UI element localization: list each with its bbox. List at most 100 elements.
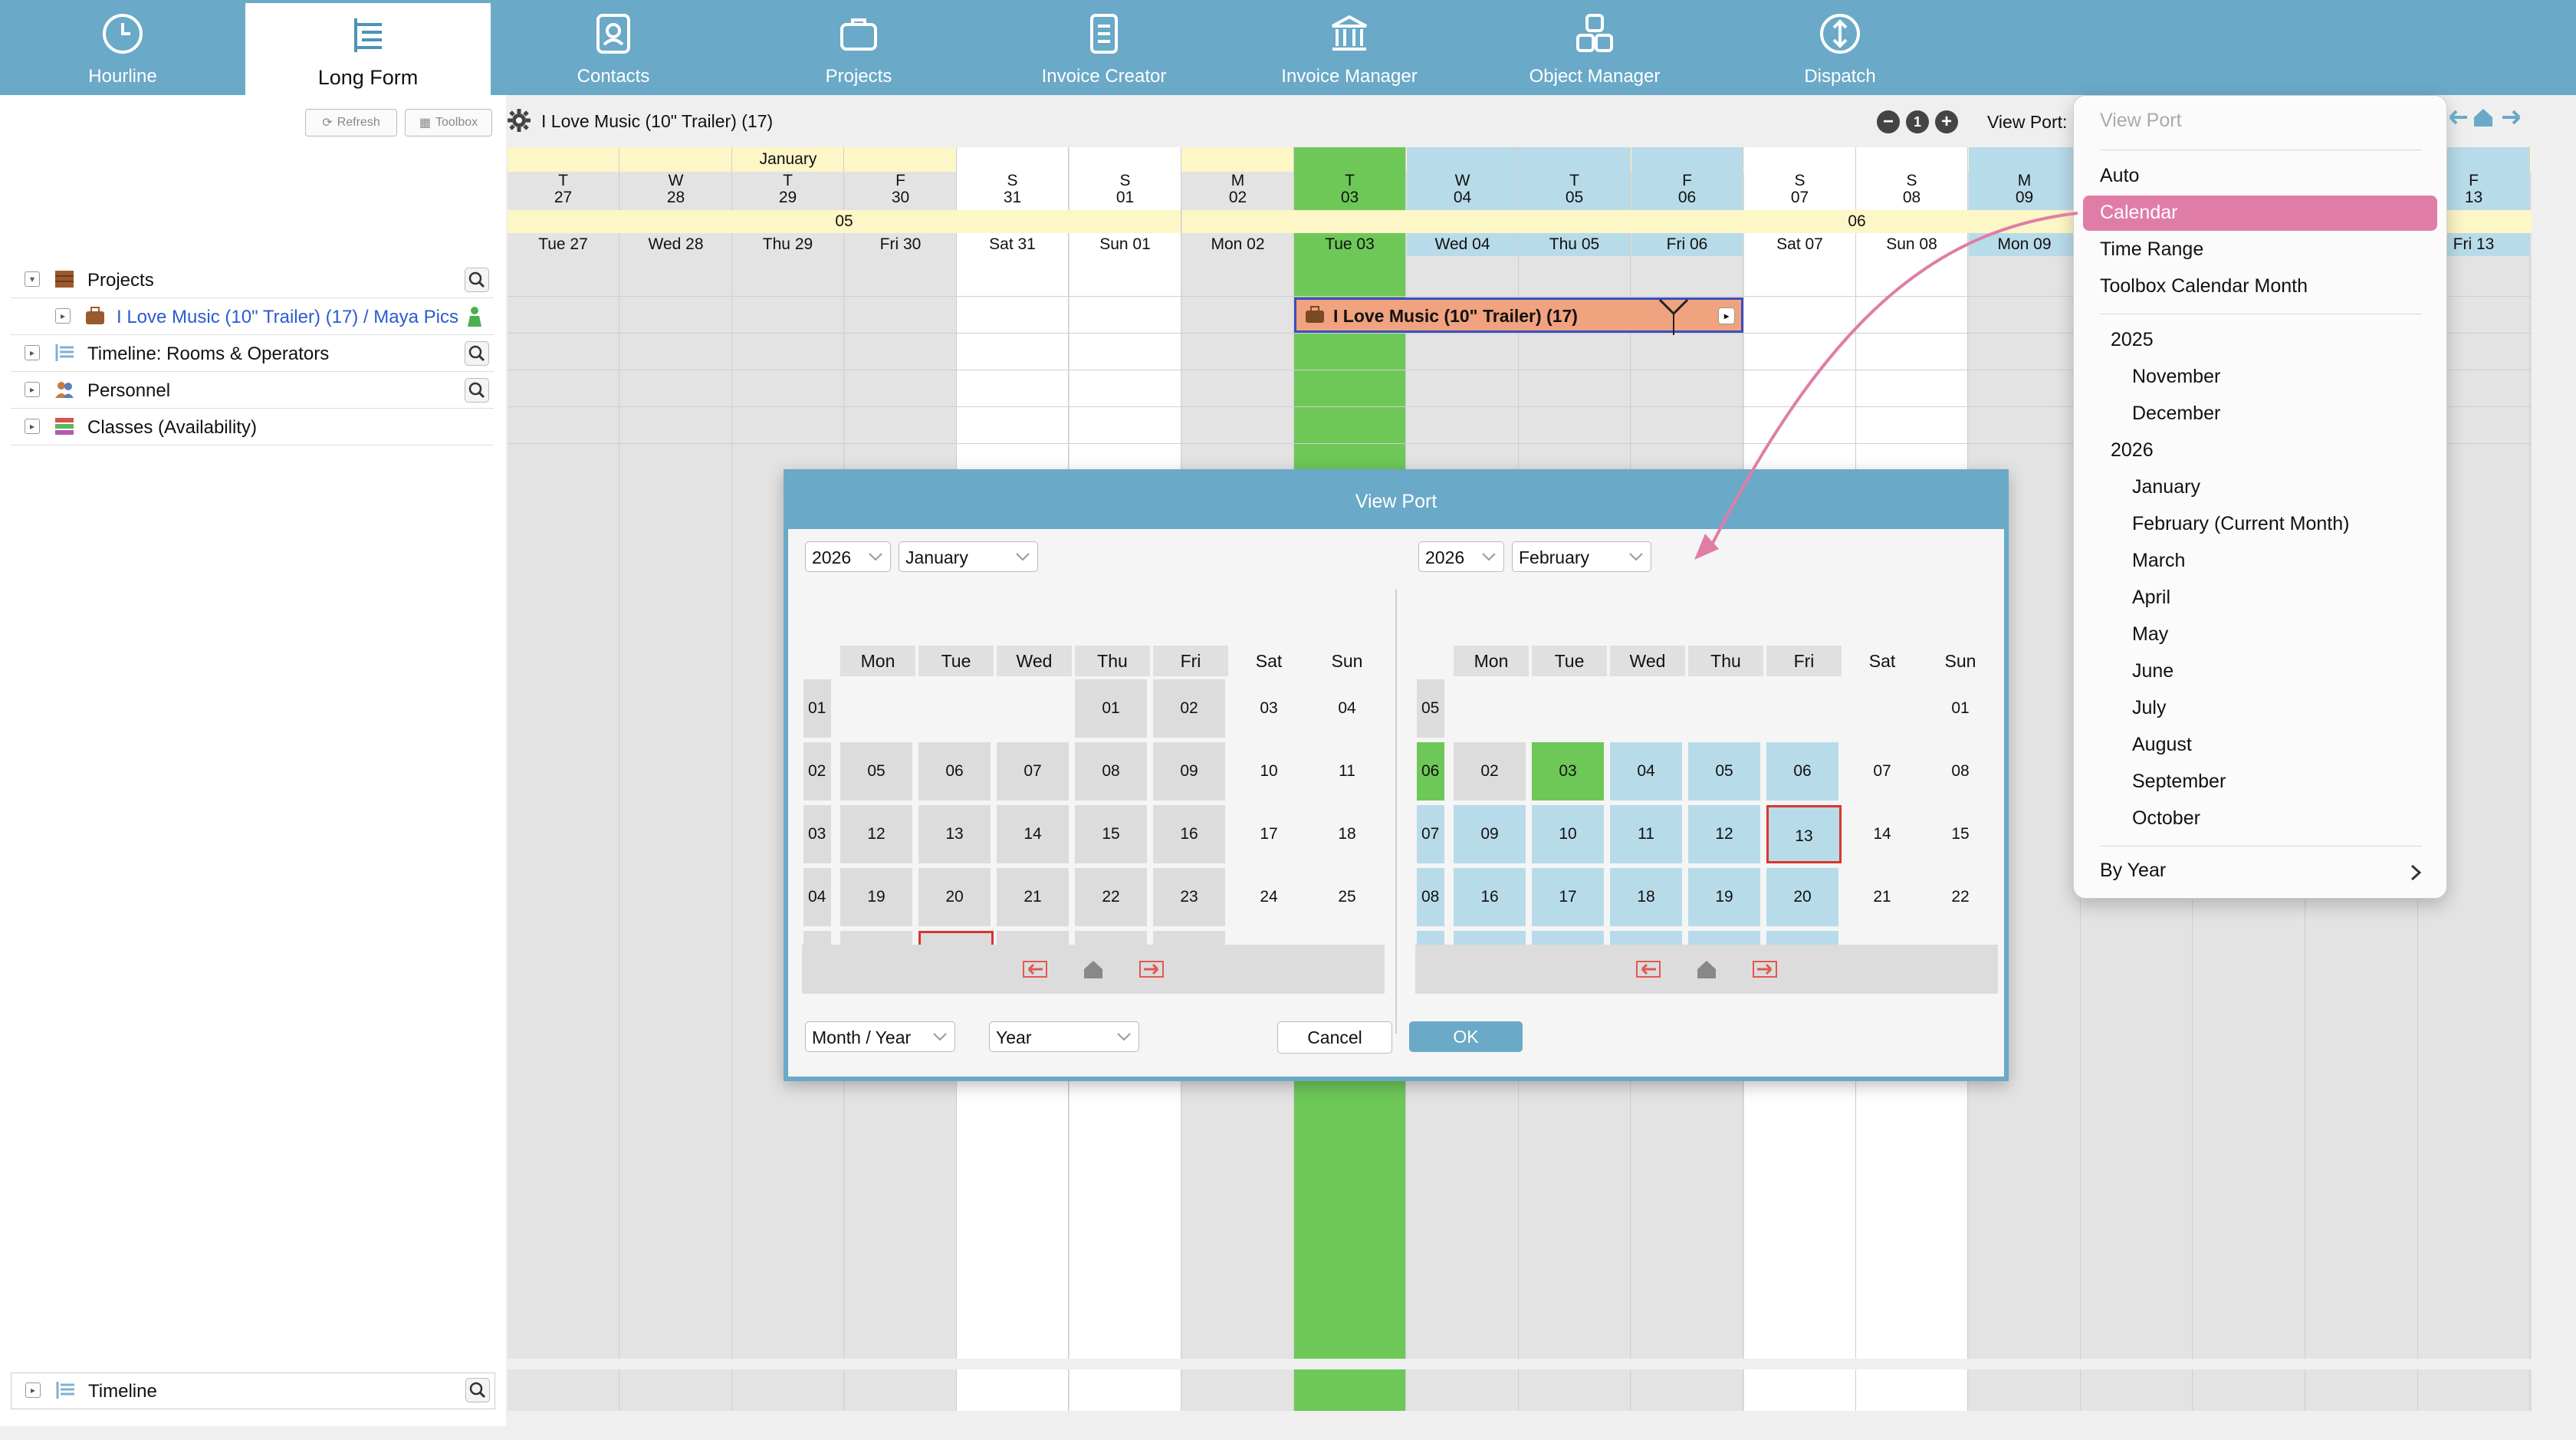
calendar-day[interactable]: 12	[840, 805, 915, 863]
day-header[interactable]: S 01	[1070, 147, 1181, 210]
right-year-select[interactable]: 2026	[1418, 541, 1504, 572]
collapse-toggle[interactable]: ▾	[25, 271, 40, 287]
day-header[interactable]: M 09	[1969, 147, 2081, 210]
day-header[interactable]: M 02	[1182, 147, 1294, 210]
tab-invoice-manager[interactable]: Invoice Manager	[1227, 0, 1472, 95]
calendar-day[interactable]: 14	[1845, 805, 1920, 863]
tree-project-item[interactable]: ▸ I Love Music (10" Trailer) (17) / Maya…	[11, 299, 494, 335]
footer-timeline-row[interactable]: ▸ Timeline	[11, 1373, 495, 1409]
menu-item-time-range[interactable]: Time Range	[2100, 238, 2203, 261]
tab-dispatch[interactable]: Dispatch	[1717, 0, 1963, 95]
zoom-reset-button[interactable]: 1	[1906, 110, 1929, 133]
calendar-day[interactable]: 22	[1923, 868, 1998, 926]
calendar-day[interactable]: 10	[1231, 742, 1306, 801]
menu-item-month[interactable]: May	[2132, 623, 2168, 646]
day-header[interactable]: T 27	[508, 147, 619, 210]
menu-item-month[interactable]: July	[2132, 697, 2166, 719]
week-number[interactable]: 01	[803, 679, 831, 738]
home-icon[interactable]	[1694, 958, 1719, 980]
day-header[interactable]: S 08	[1856, 147, 1968, 210]
calendar-day[interactable]: 22	[1075, 868, 1150, 926]
arrow-left-icon[interactable]	[1636, 958, 1661, 980]
week-number[interactable]: 06	[1417, 742, 1444, 801]
expand-toggle[interactable]: ▸	[55, 308, 71, 324]
calendar-day[interactable]: 05	[1688, 742, 1763, 801]
calendar-day[interactable]: 04	[1309, 679, 1385, 738]
day-header[interactable]: S 07	[1744, 147, 1856, 210]
home-icon[interactable]	[2472, 106, 2495, 129]
week-number[interactable]: 05	[1417, 679, 1444, 738]
cancel-button[interactable]: Cancel	[1277, 1021, 1392, 1054]
day-header[interactable]: W 04	[1407, 147, 1519, 210]
calendar-day[interactable]: 17	[1231, 805, 1306, 863]
event-expand-button[interactable]: ▸	[1718, 307, 1735, 324]
calendar-day[interactable]: 23	[1153, 868, 1228, 926]
zoom-in-button[interactable]: +	[1935, 110, 1958, 133]
calendar-day[interactable]: 11	[1309, 742, 1385, 801]
calendar-day[interactable]: 07	[1845, 742, 1920, 801]
menu-item-month[interactable]: March	[2132, 550, 2185, 572]
tree-personnel[interactable]: ▸ Personnel	[11, 373, 494, 409]
left-month-select[interactable]: January	[899, 541, 1038, 572]
calendar-day[interactable]: 19	[1688, 868, 1763, 926]
refresh-button[interactable]: ⟳ Refresh	[305, 109, 397, 136]
calendar-day[interactable]: 17	[1532, 868, 1607, 926]
menu-item-by-year[interactable]: By Year	[2100, 860, 2166, 882]
day-header[interactable]: W 28	[620, 147, 732, 210]
calendar-day[interactable]: 03	[1231, 679, 1306, 738]
day-column[interactable]	[620, 147, 732, 1359]
expand-toggle[interactable]: ▸	[25, 1382, 41, 1398]
menu-item-month[interactable]: November	[2132, 366, 2220, 388]
tree-projects[interactable]: ▾ Projects	[11, 262, 494, 298]
calendar-day[interactable]: 11	[1610, 805, 1685, 863]
calendar-day[interactable]: 18	[1309, 805, 1385, 863]
toolbox-button[interactable]: ▦ Toolbox	[405, 109, 492, 136]
menu-item-month[interactable]: February (Current Month)	[2132, 513, 2349, 535]
ok-button[interactable]: OK	[1409, 1021, 1523, 1052]
day-column[interactable]	[508, 147, 619, 1359]
calendar-day[interactable]: 19	[840, 868, 915, 926]
calendar-day[interactable]: 16	[1454, 868, 1529, 926]
tab-long-form[interactable]: Long Form	[245, 3, 491, 95]
day-header[interactable]: F 30	[845, 147, 957, 210]
calendar-day[interactable]: 16	[1153, 805, 1228, 863]
calendar-day[interactable]: 12	[1688, 805, 1763, 863]
calendar-day[interactable]: 15	[1923, 805, 1998, 863]
project-link[interactable]: I Love Music (10" Trailer) (17) / Maya P…	[117, 307, 458, 328]
menu-item-toolbox-calendar-month[interactable]: Toolbox Calendar Month	[2100, 275, 2308, 298]
calendar-day[interactable]: 09	[1454, 805, 1529, 863]
tab-hourline[interactable]: Hourline	[0, 0, 245, 95]
calendar-day[interactable]: 01	[1923, 679, 1998, 738]
left-year-select[interactable]: 2026	[805, 541, 891, 572]
day-header[interactable]: T 03	[1294, 147, 1406, 210]
calendar-day[interactable]: 04	[1610, 742, 1685, 801]
week-number[interactable]: 04	[803, 868, 831, 926]
search-icon[interactable]	[465, 268, 489, 292]
calendar-day[interactable]: 06	[1766, 742, 1842, 801]
menu-item-month[interactable]: August	[2132, 734, 2192, 756]
calendar-day[interactable]: 20	[1766, 868, 1842, 926]
menu-item-month[interactable]: January	[2132, 476, 2200, 498]
week-number[interactable]: 07	[1417, 805, 1444, 863]
menu-item-month[interactable]: December	[2132, 403, 2220, 425]
calendar-day[interactable]: 24	[1231, 868, 1306, 926]
tab-contacts[interactable]: Contacts	[491, 0, 736, 95]
calendar-day[interactable]: 13	[918, 805, 994, 863]
gear-icon[interactable]	[506, 107, 532, 133]
calendar-day[interactable]: 20	[918, 868, 994, 926]
unit-select[interactable]: Year	[989, 1021, 1139, 1052]
week-number[interactable]: 02	[803, 742, 831, 801]
home-icon[interactable]	[1081, 958, 1106, 980]
tab-projects[interactable]: Projects	[736, 0, 981, 95]
calendar-day[interactable]: 08	[1923, 742, 1998, 801]
calendar-day[interactable]: 07	[997, 742, 1072, 801]
search-icon[interactable]	[465, 341, 489, 366]
zoom-out-button[interactable]: −	[1877, 110, 1900, 133]
menu-item-month[interactable]: October	[2132, 807, 2200, 830]
calendar-day[interactable]: 10	[1532, 805, 1607, 863]
calendar-day[interactable]: 14	[997, 805, 1072, 863]
right-month-select[interactable]: February	[1512, 541, 1651, 572]
tab-object-manager[interactable]: Object Manager	[1472, 0, 1717, 95]
calendar-day[interactable]: 15	[1075, 805, 1150, 863]
calendar-day[interactable]: 18	[1610, 868, 1685, 926]
